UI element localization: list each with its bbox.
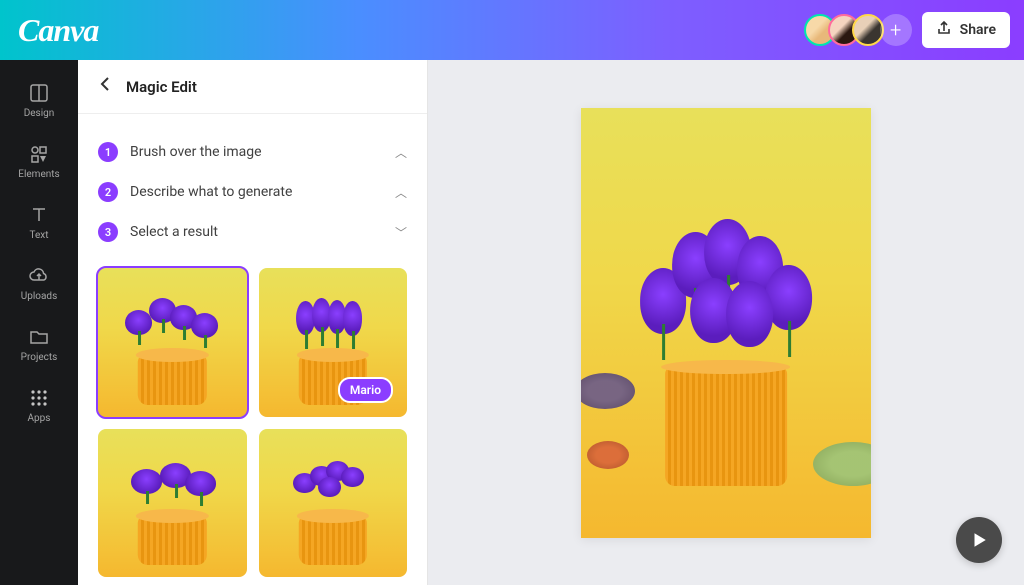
sidebar-item-label: Apps — [28, 413, 51, 424]
step-brush[interactable]: 1 Brush over the image ︿ — [98, 132, 407, 172]
back-button[interactable] — [98, 76, 114, 97]
result-thumbnail[interactable] — [259, 429, 408, 578]
step-describe[interactable]: 2 Describe what to generate ︿ — [98, 172, 407, 212]
sidebar-item-uploads[interactable]: Uploads — [0, 253, 78, 314]
step-label: Brush over the image — [130, 144, 262, 160]
collaborator-cursor: Mario — [338, 377, 393, 403]
step-number: 1 — [98, 142, 118, 162]
collaborator-avatars: + — [804, 14, 912, 46]
sidebar-item-apps[interactable]: Apps — [0, 375, 78, 436]
text-icon — [28, 204, 50, 226]
step-label: Select a result — [130, 224, 218, 240]
step-label: Describe what to generate — [130, 184, 292, 200]
results-grid: Mario — [78, 260, 427, 585]
play-icon — [970, 531, 988, 549]
decor-bowl — [581, 373, 635, 409]
chevron-up-icon: ︿ — [395, 144, 407, 161]
header-actions: + Share — [804, 12, 1010, 48]
step-number: 3 — [98, 222, 118, 242]
step-number: 2 — [98, 182, 118, 202]
chevron-down-icon: ﹀ — [395, 224, 407, 241]
result-thumbnail[interactable] — [98, 268, 247, 417]
result-thumbnail[interactable]: Mario — [259, 268, 408, 417]
steps-list: 1 Brush over the image ︿ 2 Describe what… — [78, 114, 427, 260]
preview-image — [581, 108, 871, 538]
step-select-result[interactable]: 3 Select a result ﹀ — [98, 212, 407, 252]
result-image — [98, 268, 247, 417]
sidebar-item-label: Uploads — [21, 291, 57, 302]
cloud-upload-icon — [28, 265, 50, 287]
panel-header: Magic Edit — [78, 60, 427, 114]
content: Design Elements Text Uploads Projects Ap… — [0, 60, 1024, 585]
canvas-preview[interactable] — [581, 108, 871, 538]
magic-edit-panel: Magic Edit 1 Brush over the image ︿ 2 De… — [78, 60, 428, 585]
app-header: Canva + Share — [0, 0, 1024, 60]
sidebar-item-label: Projects — [21, 352, 58, 363]
add-collaborator-button[interactable]: + — [880, 14, 912, 46]
sidebar-item-text[interactable]: Text — [0, 192, 78, 253]
folder-icon — [28, 326, 50, 348]
result-image — [259, 429, 408, 578]
avatar[interactable] — [852, 14, 884, 46]
sidebar-item-label: Design — [24, 108, 55, 119]
result-thumbnail[interactable] — [98, 429, 247, 578]
share-label: Share — [960, 22, 996, 38]
chevron-up-icon: ︿ — [395, 184, 407, 201]
grid-icon — [28, 387, 50, 409]
result-image — [98, 429, 247, 578]
sidebar-item-projects[interactable]: Projects — [0, 314, 78, 375]
panel-title: Magic Edit — [126, 78, 197, 96]
layout-icon — [28, 82, 50, 104]
app-logo[interactable]: Canva — [18, 12, 98, 49]
shapes-icon — [28, 143, 50, 165]
canvas-area[interactable] — [428, 60, 1024, 585]
decor-bowl — [587, 441, 629, 469]
present-button[interactable] — [956, 517, 1002, 563]
decor-plate — [813, 442, 871, 486]
share-icon — [936, 20, 952, 40]
sidebar-item-label: Text — [29, 230, 48, 241]
sidebar-item-elements[interactable]: Elements — [0, 131, 78, 192]
sidebar-item-design[interactable]: Design — [0, 70, 78, 131]
left-sidebar: Design Elements Text Uploads Projects Ap… — [0, 60, 78, 585]
share-button[interactable]: Share — [922, 12, 1010, 48]
sidebar-item-label: Elements — [18, 169, 59, 180]
